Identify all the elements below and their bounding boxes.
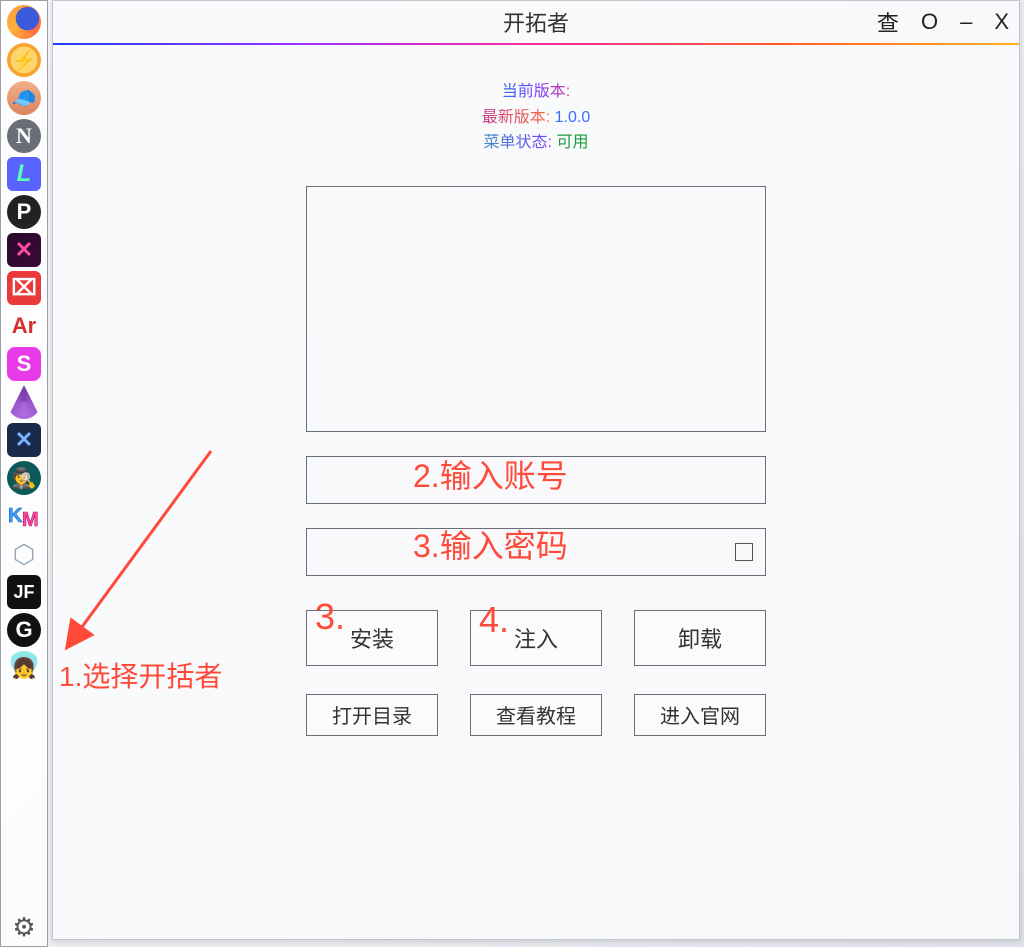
km-icon[interactable]: K M xyxy=(5,497,43,535)
settings-gear-icon[interactable]: ⚙ xyxy=(5,908,43,946)
account-input[interactable] xyxy=(307,457,765,503)
accent-divider xyxy=(53,43,1019,45)
flash-icon[interactable]: ⚡ xyxy=(5,41,43,79)
inject-button[interactable]: 注入 xyxy=(470,610,602,666)
uninstall-button[interactable]: 卸载 xyxy=(634,610,766,666)
official-site-button[interactable]: 进入官网 xyxy=(634,694,766,736)
svg-text:M: M xyxy=(22,509,39,530)
svg-text:K: K xyxy=(8,505,23,527)
hood-icon[interactable]: 🕵 xyxy=(5,459,43,497)
s-icon[interactable]: S xyxy=(5,345,43,383)
latest-version-label: 最新版本: xyxy=(482,109,550,126)
p-icon[interactable]: P xyxy=(5,193,43,231)
menu-status-value: 可用 xyxy=(556,134,588,151)
g-icon[interactable]: G xyxy=(5,611,43,649)
latest-version-value: 1.0.0 xyxy=(555,109,591,126)
install-button[interactable]: 安装 xyxy=(306,610,438,666)
version-info: 当前版本: 最新版本: 1.0.0 菜单状态: 可用 xyxy=(53,79,1019,156)
preview-panel xyxy=(306,186,766,432)
tool-circle-button[interactable]: O xyxy=(921,9,938,35)
window-title: 开拓者 xyxy=(53,6,1019,38)
password-input[interactable] xyxy=(307,529,765,575)
x-icon[interactable]: ✕ xyxy=(5,231,43,269)
show-password-checkbox[interactable] xyxy=(735,543,753,561)
app-window: 开拓者 查 O – X 当前版本: 最新版本: 1.0.0 菜单状态: 可用 安… xyxy=(52,0,1020,940)
close-button[interactable]: X xyxy=(994,9,1009,35)
minimize-button[interactable]: – xyxy=(960,9,972,35)
cube-icon[interactable]: ⬡ xyxy=(5,535,43,573)
menu-status-label: 菜单状态: xyxy=(484,134,552,151)
account-field-wrap xyxy=(306,456,766,504)
current-version-label: 当前版本: xyxy=(502,83,570,100)
titlebar: 开拓者 查 O – X xyxy=(53,1,1019,43)
tool-cha-button[interactable]: 查 xyxy=(877,6,899,38)
firefox-icon[interactable] xyxy=(5,3,43,41)
triangle-icon[interactable] xyxy=(5,383,43,421)
app-launcher-sidebar: ⚡ 🧢 N L P ✕ ⌧ Ar S ✕ 🕵 K M ⬡ JF G 👧 ⚙ xyxy=(0,0,48,947)
password-field-wrap xyxy=(306,528,766,576)
girl-icon[interactable]: 👧 xyxy=(5,649,43,687)
l-icon[interactable]: L xyxy=(5,155,43,193)
action-row-secondary: 打开目录 查看教程 进入官网 xyxy=(306,694,766,736)
n-icon[interactable]: N xyxy=(5,117,43,155)
annotation-arrow xyxy=(61,441,231,651)
view-tutorial-button[interactable]: 查看教程 xyxy=(470,694,602,736)
xx-icon[interactable]: ✕ xyxy=(5,421,43,459)
annotation-step1: 1.选择开括者 xyxy=(59,655,222,695)
jf-icon[interactable]: JF xyxy=(5,573,43,611)
open-dir-button[interactable]: 打开目录 xyxy=(306,694,438,736)
face-icon[interactable]: 🧢 xyxy=(5,79,43,117)
ar-icon[interactable]: Ar xyxy=(5,307,43,345)
box-icon[interactable]: ⌧ xyxy=(5,269,43,307)
action-row-primary: 安装 注入 卸载 xyxy=(306,610,766,666)
